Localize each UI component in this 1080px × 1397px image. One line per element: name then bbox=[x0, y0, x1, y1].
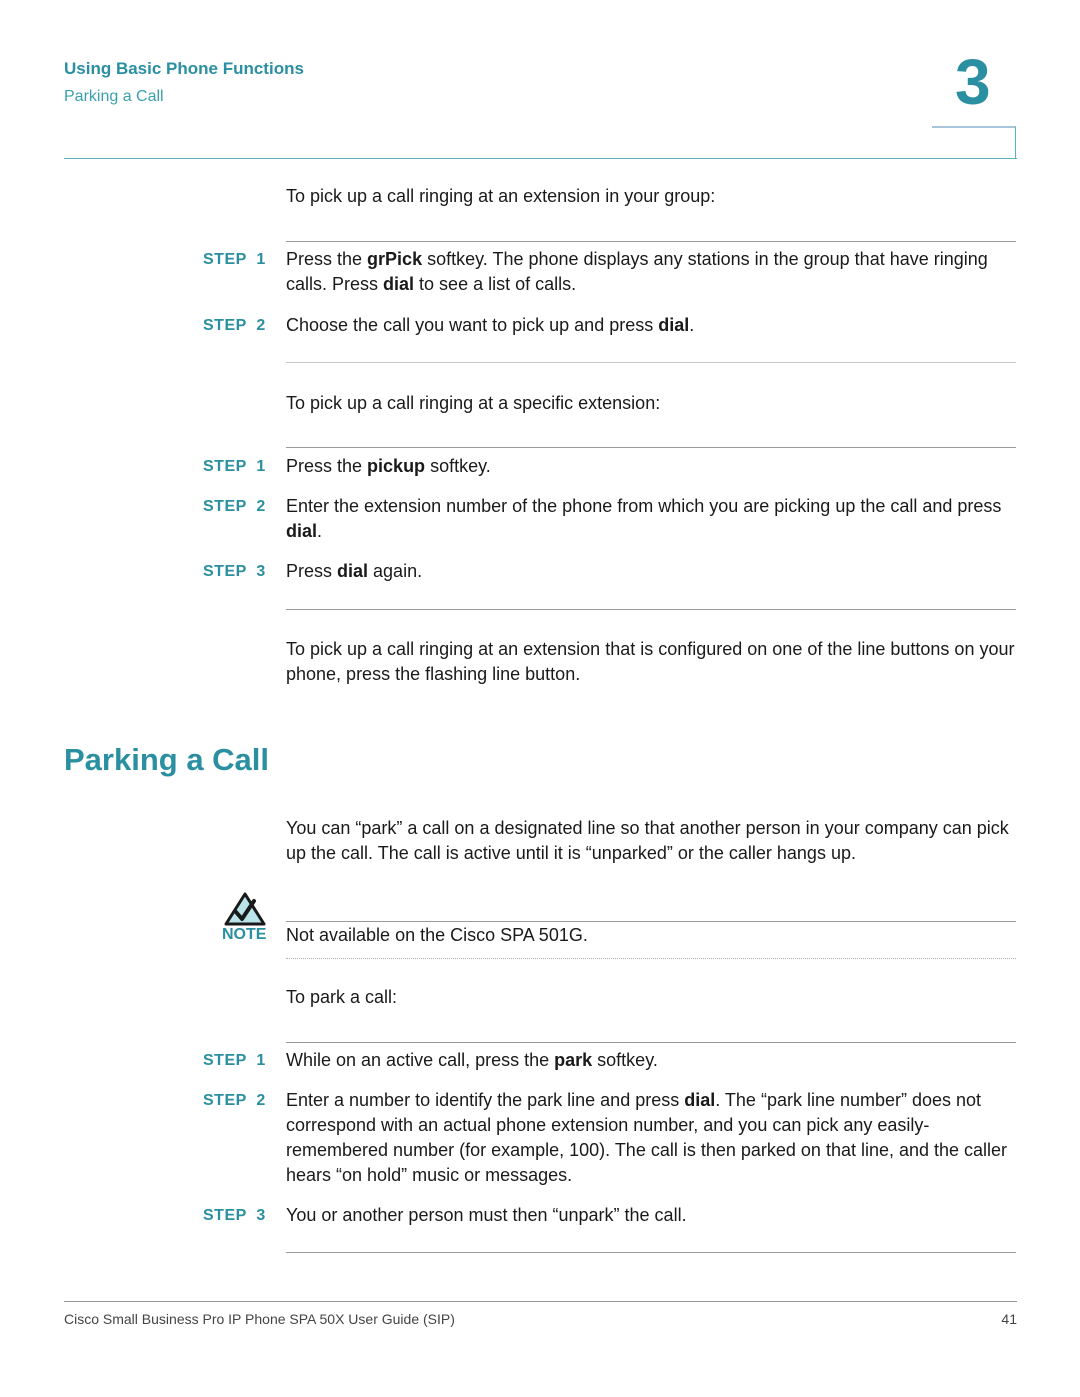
step-label: STEP 2 bbox=[203, 1092, 266, 1109]
divider bbox=[286, 241, 1016, 242]
specific-step-1: STEP 1 Press the pickup softkey. bbox=[203, 454, 1016, 479]
step-text: Choose the call you want to pick up and … bbox=[286, 315, 695, 335]
park-step-2: STEP 2 Enter a number to identify the pa… bbox=[203, 1088, 1016, 1188]
step-text: While on an active call, press the park … bbox=[286, 1050, 658, 1070]
group-step-1: STEP 1 Press the grPick softkey. The pho… bbox=[203, 247, 1016, 297]
park-step-1: STEP 1 While on an active call, press th… bbox=[203, 1048, 1016, 1073]
step-text: Enter a number to identify the park line… bbox=[286, 1090, 1008, 1185]
step-label: STEP 3 bbox=[203, 563, 266, 580]
note-label: NOTE bbox=[222, 926, 267, 943]
divider bbox=[286, 447, 1016, 448]
divider bbox=[286, 609, 1016, 610]
step-text: Press dial again. bbox=[286, 561, 423, 581]
divider bbox=[286, 362, 1016, 363]
section-title: Parking a Call bbox=[64, 742, 270, 777]
park-intro: To park a call: bbox=[286, 987, 398, 1007]
footer-divider bbox=[64, 1301, 1017, 1302]
section-subtitle: Parking a Call bbox=[64, 88, 164, 105]
step-label: STEP 1 bbox=[203, 1052, 266, 1069]
parking-intro: You can “park” a call on a designated li… bbox=[286, 818, 1009, 863]
chapter-tab-box bbox=[932, 126, 1016, 158]
specific-pickup-intro: To pick up a call ringing at a specific … bbox=[286, 393, 661, 413]
step-label: STEP 2 bbox=[203, 317, 266, 334]
note-checkmark-icon bbox=[224, 892, 266, 926]
specific-step-3: STEP 3 Press dial again. bbox=[203, 559, 1016, 584]
chapter-title: Using Basic Phone Functions bbox=[64, 59, 304, 78]
divider bbox=[286, 1042, 1016, 1043]
footer-doc-title: Cisco Small Business Pro IP Phone SPA 50… bbox=[64, 1311, 455, 1327]
step-text: You or another person must then “unpark”… bbox=[286, 1205, 687, 1225]
step-label: STEP 3 bbox=[203, 1207, 266, 1224]
divider bbox=[286, 921, 1016, 922]
divider bbox=[286, 1252, 1016, 1253]
step-text: Press the pickup softkey. bbox=[286, 456, 491, 476]
note-text: Not available on the Cisco SPA 501G. bbox=[286, 925, 588, 945]
step-label: STEP 1 bbox=[203, 251, 266, 268]
specific-step-2: STEP 2 Enter the extension number of the… bbox=[203, 494, 1016, 544]
step-text: Enter the extension number of the phone … bbox=[286, 496, 1002, 541]
line-button-paragraph: To pick up a call ringing at an extensio… bbox=[286, 639, 1015, 684]
chapter-number: 3 bbox=[955, 46, 991, 118]
page-number: 41 bbox=[1001, 1311, 1017, 1327]
group-step-2: STEP 2 Choose the call you want to pick … bbox=[203, 313, 1016, 338]
note-bottom-divider bbox=[286, 958, 1016, 959]
group-pickup-intro: To pick up a call ringing at an extensio… bbox=[286, 186, 716, 206]
step-label: STEP 1 bbox=[203, 458, 266, 475]
park-step-3: STEP 3 You or another person must then “… bbox=[203, 1203, 1016, 1228]
step-label: STEP 2 bbox=[203, 498, 266, 515]
header-divider bbox=[64, 158, 1017, 159]
step-text: Press the grPick softkey. The phone disp… bbox=[286, 249, 988, 294]
